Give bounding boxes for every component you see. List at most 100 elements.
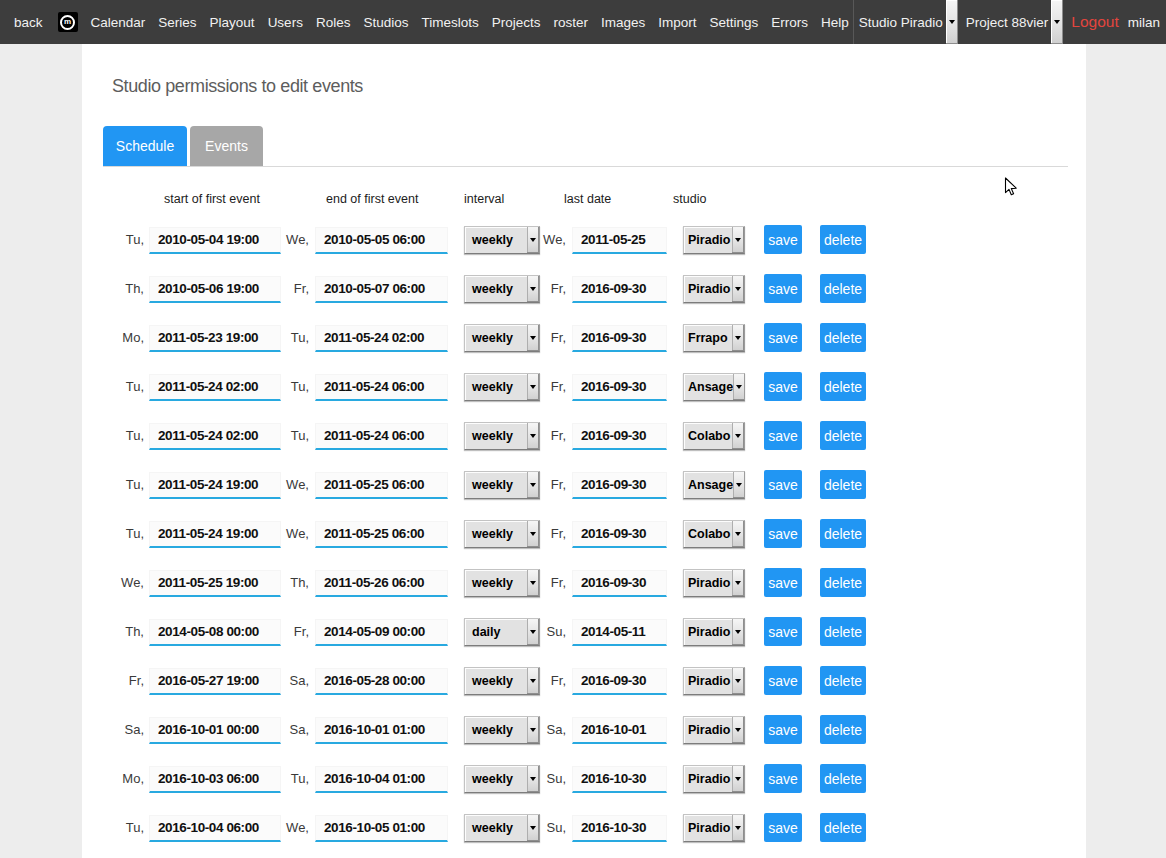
end-datetime-input[interactable] [315,472,448,499]
end-datetime-input[interactable] [315,766,448,793]
start-datetime-input[interactable] [149,570,281,597]
last-date-input[interactable] [572,717,667,744]
last-date-input[interactable] [572,619,667,646]
end-datetime-input[interactable] [315,815,448,842]
chevron-down-icon[interactable] [732,521,744,547]
start-datetime-input[interactable] [149,325,281,352]
nav-item-errors[interactable]: Errors [771,15,808,30]
end-datetime-input[interactable] [315,521,448,548]
save-button[interactable]: save [764,568,802,597]
save-button[interactable]: save [764,519,802,548]
start-datetime-input[interactable] [149,276,281,303]
end-datetime-input[interactable] [315,227,448,254]
delete-button[interactable]: delete [820,323,866,352]
save-button[interactable]: save [764,666,802,695]
last-date-input[interactable] [572,668,667,695]
start-datetime-input[interactable] [149,815,281,842]
save-button[interactable]: save [764,617,802,646]
last-date-input[interactable] [572,815,667,842]
nav-item-roles[interactable]: Roles [316,15,351,30]
studio-row-select[interactable]: Piradio [683,814,745,842]
start-datetime-input[interactable] [149,472,281,499]
studio-row-select[interactable]: Piradio [683,275,745,303]
save-button[interactable]: save [764,421,802,450]
nav-item-help[interactable]: Help [821,15,849,30]
delete-button[interactable]: delete [820,225,866,254]
save-button[interactable]: save [764,225,802,254]
studio-row-select[interactable]: Colabo [683,422,745,450]
save-button[interactable]: save [764,274,802,303]
chevron-down-icon[interactable] [732,619,744,645]
save-button[interactable]: save [764,323,802,352]
start-datetime-input[interactable] [149,619,281,646]
delete-button[interactable]: delete [820,470,866,499]
tab-events[interactable]: Events [190,126,263,166]
nav-item-calendar[interactable]: Calendar [91,15,146,30]
last-date-input[interactable] [572,766,667,793]
chevron-down-icon[interactable] [732,325,744,351]
delete-button[interactable]: delete [820,372,866,401]
nav-item-playout[interactable]: Playout [210,15,255,30]
start-datetime-input[interactable] [149,766,281,793]
last-date-input[interactable] [572,276,667,303]
studio-row-select[interactable]: Piradio [683,667,745,695]
nav-item-import[interactable]: Import [658,15,696,30]
end-datetime-input[interactable] [315,423,448,450]
chevron-down-icon[interactable] [732,815,744,841]
end-datetime-input[interactable] [315,717,448,744]
studio-select[interactable]: Studio Piradio [854,0,958,44]
end-datetime-input[interactable] [315,668,448,695]
last-date-input[interactable] [572,227,667,254]
chevron-down-icon[interactable] [732,570,744,596]
studio-row-select[interactable]: Piradio [683,765,745,793]
delete-button[interactable]: delete [820,421,866,450]
nav-item-settings[interactable]: Settings [710,15,759,30]
delete-button[interactable]: delete [820,813,866,842]
studio-row-select[interactable]: Colabo [683,520,745,548]
chevron-down-icon[interactable] [732,227,744,253]
start-datetime-input[interactable] [149,227,281,254]
delete-button[interactable]: delete [820,274,866,303]
studio-row-select[interactable]: Piradio [683,618,745,646]
end-datetime-input[interactable] [315,325,448,352]
nav-back-link[interactable]: back [14,15,43,30]
last-date-input[interactable] [572,570,667,597]
start-datetime-input[interactable] [149,521,281,548]
studio-row-select[interactable]: Ansage [683,471,745,499]
end-datetime-input[interactable] [315,619,448,646]
delete-button[interactable]: delete [820,568,866,597]
start-datetime-input[interactable] [149,668,281,695]
app-logo[interactable]: m [58,12,78,32]
start-datetime-input[interactable] [149,717,281,744]
delete-button[interactable]: delete [820,715,866,744]
start-datetime-input[interactable] [149,423,281,450]
nav-item-studios[interactable]: Studios [363,15,408,30]
project-select[interactable]: Project 88vier [961,0,1064,44]
chevron-down-icon[interactable] [733,472,745,498]
delete-button[interactable]: delete [820,617,866,646]
chevron-down-icon[interactable] [733,374,745,400]
delete-button[interactable]: delete [820,666,866,695]
chevron-down-icon[interactable] [732,423,744,449]
nav-item-users[interactable]: Users [268,15,303,30]
chevron-down-icon[interactable] [732,668,744,694]
nav-item-images[interactable]: Images [601,15,645,30]
last-date-input[interactable] [572,374,667,401]
last-date-input[interactable] [572,325,667,352]
end-datetime-input[interactable] [315,570,448,597]
chevron-down-icon[interactable] [1051,0,1063,44]
save-button[interactable]: save [764,715,802,744]
chevron-down-icon[interactable] [732,276,744,302]
logout-link[interactable]: Logout [1071,13,1118,31]
studio-row-select[interactable]: Frrapo [683,324,745,352]
delete-button[interactable]: delete [820,764,866,793]
save-button[interactable]: save [764,372,802,401]
end-datetime-input[interactable] [315,374,448,401]
save-button[interactable]: save [764,470,802,499]
studio-row-select[interactable]: Piradio [683,569,745,597]
last-date-input[interactable] [572,472,667,499]
studio-row-select[interactable]: Piradio [683,716,745,744]
nav-item-roster[interactable]: roster [553,15,588,30]
studio-row-select[interactable]: Piradio [683,226,745,254]
chevron-down-icon[interactable] [732,766,744,792]
